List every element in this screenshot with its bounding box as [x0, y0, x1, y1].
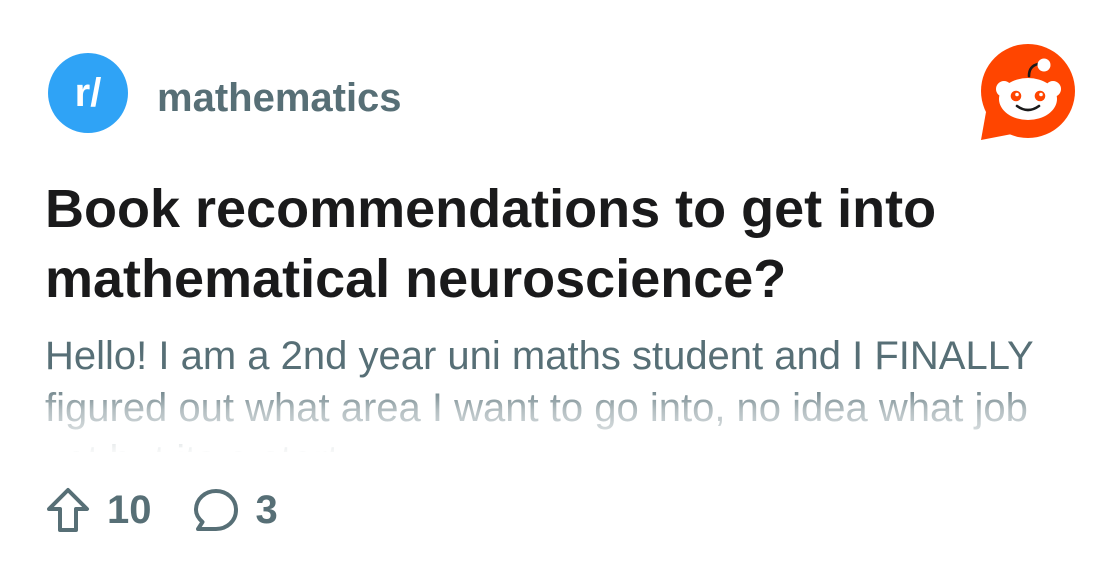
subreddit-icon-text: r/	[75, 71, 102, 115]
reddit-snoo-logo[interactable]	[978, 42, 1078, 142]
post-title[interactable]: Book recommendations to get into mathema…	[45, 174, 1065, 314]
post-actions: 10 3	[45, 484, 278, 536]
comment-bubble-icon	[193, 489, 238, 531]
subreddit-icon[interactable]: r/	[48, 53, 128, 133]
subreddit-name[interactable]: mathematics	[157, 74, 402, 122]
comments-button[interactable]: 3	[192, 486, 278, 534]
upvote-arrow-icon	[47, 488, 89, 532]
post-card[interactable]: r/ mathematics Book recommendations to g…	[0, 0, 1120, 584]
comment-count: 3	[255, 488, 278, 532]
post-body-preview: Hello! I am a 2nd year uni maths student…	[45, 334, 1033, 452]
upvote-count: 10	[107, 488, 152, 532]
upvote-button[interactable]: 10	[45, 486, 152, 534]
